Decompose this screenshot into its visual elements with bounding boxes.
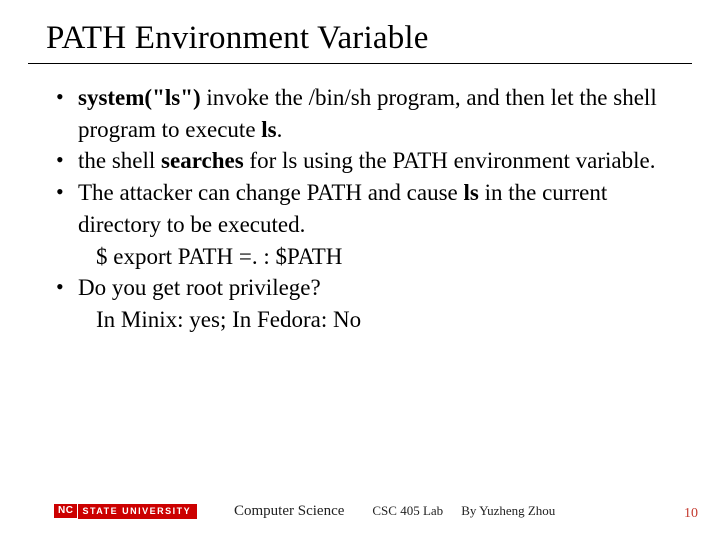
ncsu-logo-nc: NC [54,504,77,518]
bullet-item: The attacker can change PATH and cause l… [56,177,692,272]
course-label: CSC 405 Lab [372,503,443,519]
bullet-subtext: In Minix: yes; In Fedora: No [78,304,692,336]
bullet-item: system("ls") invoke the /bin/sh program,… [56,82,692,145]
slide-title: PATH Environment Variable [46,20,692,57]
bullet-item: the shell searches for ls using the PATH… [56,145,692,177]
ncsu-logo-state: STATE UNIVERSITY [78,504,197,519]
department-label: Computer Science [234,503,344,520]
bullet-text: The attacker can change PATH and cause l… [78,180,607,237]
slide: PATH Environment Variable system("ls") i… [0,0,720,540]
footer: NC STATE UNIVERSITY Computer Science CSC… [0,500,720,522]
bullet-text: the shell searches for ls using the PATH… [78,148,655,173]
author-label: By Yuzheng Zhou [461,503,555,519]
bullet-text: Do you get root privilege? [78,275,321,300]
title-rule [28,63,692,64]
page-number: 10 [684,506,698,522]
bullet-list: system("ls") invoke the /bin/sh program,… [56,82,692,336]
bullet-item: Do you get root privilege? In Minix: yes… [56,272,692,335]
bullet-text: system("ls") invoke the /bin/sh program,… [78,85,657,142]
ncsu-logo: NC STATE UNIVERSITY [54,504,224,519]
bullet-subtext: $ export PATH =. : $PATH [78,241,692,273]
